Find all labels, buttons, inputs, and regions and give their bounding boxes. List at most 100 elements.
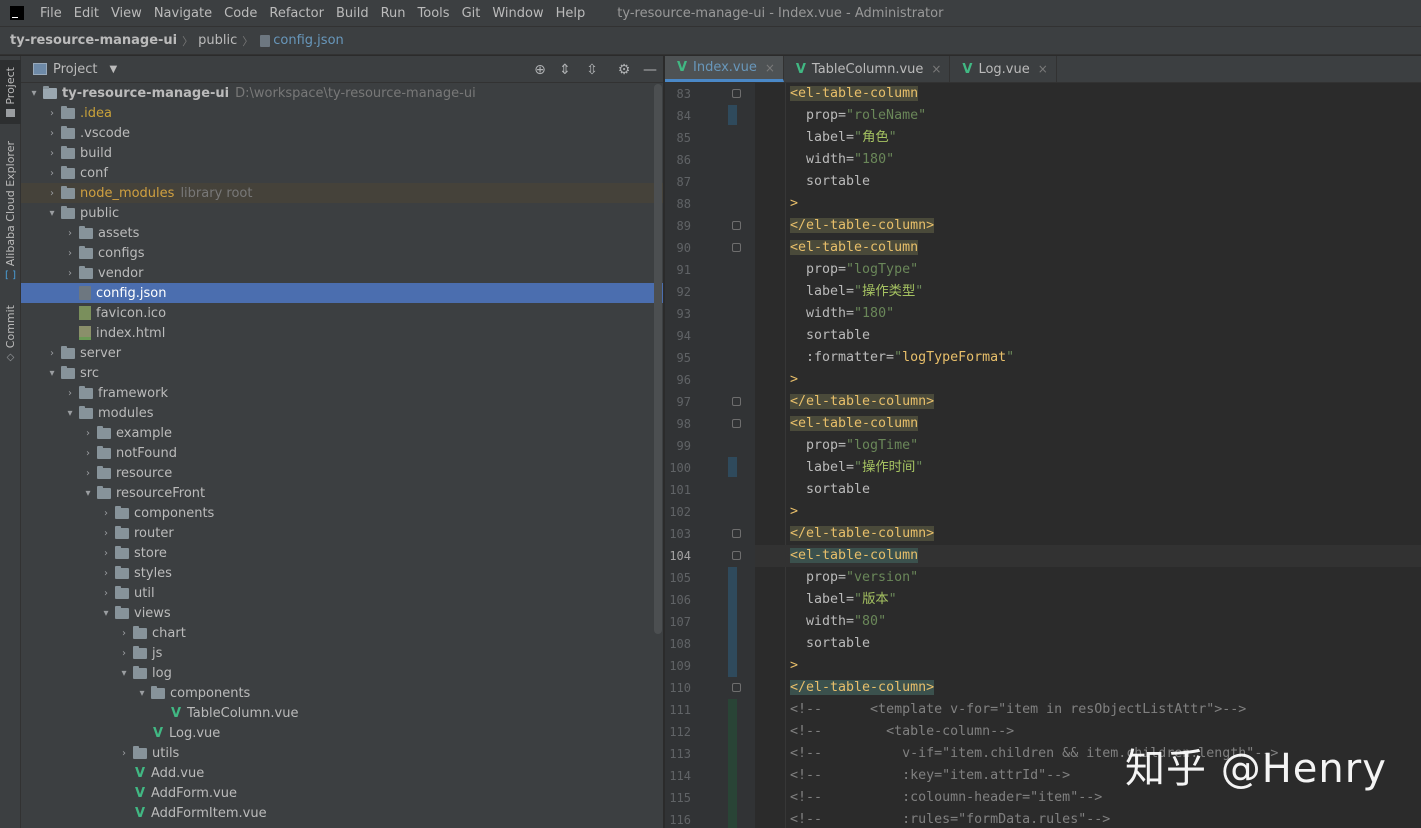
- fold-marker-icon[interactable]: [732, 683, 741, 692]
- menu-help[interactable]: Help: [554, 6, 588, 21]
- tree-item-chart[interactable]: › chart: [21, 623, 663, 643]
- code-line[interactable]: </el-table-column>: [755, 391, 1421, 413]
- tree-item-server[interactable]: › server: [21, 343, 663, 363]
- menu-tools[interactable]: Tools: [416, 6, 452, 21]
- chevron-right-icon[interactable]: ›: [63, 268, 77, 279]
- editor-tab-index[interactable]: V Index.vue ×: [665, 56, 784, 82]
- tree-item-addformitem-vue[interactable]: V AddFormItem.vue: [21, 803, 663, 823]
- chevron-right-icon[interactable]: ›: [63, 228, 77, 239]
- tree-item-src[interactable]: ▾ src: [21, 363, 663, 383]
- tree-item-vscode[interactable]: › .vscode: [21, 123, 663, 143]
- tree-item-components[interactable]: › components: [21, 503, 663, 523]
- fold-marker-icon[interactable]: [732, 551, 741, 560]
- tree-item-log-vue[interactable]: V Log.vue: [21, 723, 663, 743]
- tree-item-index-html[interactable]: index.html: [21, 323, 663, 343]
- tree-item-add-vue[interactable]: V Add.vue: [21, 763, 663, 783]
- chevron-right-icon[interactable]: ›: [45, 348, 59, 359]
- tree-item-styles[interactable]: › styles: [21, 563, 663, 583]
- tree-item-js[interactable]: › js: [21, 643, 663, 663]
- code-line[interactable]: sortable: [755, 325, 1421, 347]
- tree-item-conf[interactable]: › conf: [21, 163, 663, 183]
- tree-item-log[interactable]: ▾ log: [21, 663, 663, 683]
- chevron-down-icon[interactable]: ▾: [63, 408, 77, 419]
- code-line[interactable]: <el-table-column: [755, 237, 1421, 259]
- fold-marker-icon[interactable]: [732, 221, 741, 230]
- menu-file[interactable]: File: [38, 6, 64, 21]
- code-line[interactable]: <el-table-column: [755, 413, 1421, 435]
- chevron-right-icon[interactable]: ›: [117, 648, 131, 659]
- code-line[interactable]: prop="logTime": [755, 435, 1421, 457]
- menu-git[interactable]: Git: [460, 6, 483, 21]
- menu-edit[interactable]: Edit: [72, 6, 101, 21]
- project-tool-tab[interactable]: Project: [0, 60, 21, 124]
- tree-item-resource[interactable]: › resource: [21, 463, 663, 483]
- code-line[interactable]: prop="version": [755, 567, 1421, 589]
- tree-item-modules[interactable]: ▾ modules: [21, 403, 663, 423]
- code-line[interactable]: >: [755, 501, 1421, 523]
- chevron-right-icon[interactable]: ›: [45, 128, 59, 139]
- code-line[interactable]: label="版本": [755, 589, 1421, 611]
- tree-item-resourcefront[interactable]: ▾ resourceFront: [21, 483, 663, 503]
- tree-item-addform-vue[interactable]: V AddForm.vue: [21, 783, 663, 803]
- code-line[interactable]: </el-table-column>: [755, 523, 1421, 545]
- code-line[interactable]: </el-table-column>: [755, 215, 1421, 237]
- menu-navigate[interactable]: Navigate: [152, 6, 214, 21]
- tree-item-node-modules[interactable]: › node_modules library root: [21, 183, 663, 203]
- fold-marker-icon[interactable]: [732, 397, 741, 406]
- chevron-right-icon[interactable]: ›: [81, 448, 95, 459]
- chevron-right-icon[interactable]: ›: [81, 468, 95, 479]
- fold-marker-icon[interactable]: [732, 243, 741, 252]
- code-line[interactable]: sortable: [755, 171, 1421, 193]
- locate-file-icon[interactable]: ⊕: [531, 61, 549, 79]
- chevron-right-icon[interactable]: ›: [99, 588, 113, 599]
- code-line[interactable]: prop="logType": [755, 259, 1421, 281]
- tree-item-store[interactable]: › store: [21, 543, 663, 563]
- tree-item-vendor[interactable]: › vendor: [21, 263, 663, 283]
- settings-gear-icon[interactable]: ⚙: [615, 61, 633, 79]
- tree-item-ty-resource-manage-ui[interactable]: ▾ ty-resource-manage-ui D:\workspace\ty-re…: [21, 83, 663, 103]
- tree-item-build[interactable]: › build: [21, 143, 663, 163]
- code-line[interactable]: <el-table-column: [755, 545, 1421, 567]
- chevron-right-icon[interactable]: ›: [99, 568, 113, 579]
- collapse-all-icon[interactable]: ⇳: [583, 61, 601, 79]
- tree-item-components[interactable]: ▾ components: [21, 683, 663, 703]
- project-tree-scrollbar[interactable]: [654, 84, 662, 634]
- expand-all-icon[interactable]: ⇕: [556, 61, 574, 79]
- menu-window[interactable]: Window: [490, 6, 545, 21]
- chevron-down-icon[interactable]: ▾: [117, 668, 131, 679]
- chevron-right-icon[interactable]: ›: [63, 388, 77, 399]
- menu-view[interactable]: View: [109, 6, 144, 21]
- chevron-down-icon[interactable]: ▾: [135, 688, 149, 699]
- breadcrumb-project[interactable]: ty-resource-manage-ui: [10, 33, 177, 48]
- code-line[interactable]: >: [755, 369, 1421, 391]
- tree-item-tablecolumn-vue[interactable]: V TableColumn.vue: [21, 703, 663, 723]
- close-tab-icon[interactable]: ×: [1038, 62, 1048, 76]
- tree-item-public[interactable]: ▾ public: [21, 203, 663, 223]
- chevron-right-icon[interactable]: ›: [45, 168, 59, 179]
- tree-item-idea[interactable]: › .idea: [21, 103, 663, 123]
- menu-refactor[interactable]: Refactor: [267, 6, 326, 21]
- code-line[interactable]: width="180": [755, 303, 1421, 325]
- tree-item-framework[interactable]: › framework: [21, 383, 663, 403]
- code-line[interactable]: label="角色": [755, 127, 1421, 149]
- chevron-down-icon[interactable]: ▾: [45, 368, 59, 379]
- hide-panel-icon[interactable]: —: [641, 61, 659, 79]
- tree-item-favicon-ico[interactable]: favicon.ico: [21, 303, 663, 323]
- code-line[interactable]: <!-- :rules="formData.rules"-->: [755, 809, 1421, 828]
- chevron-right-icon[interactable]: ›: [99, 508, 113, 519]
- code-line[interactable]: label="操作时间": [755, 457, 1421, 479]
- code-line[interactable]: width="80": [755, 611, 1421, 633]
- code-line[interactable]: sortable: [755, 633, 1421, 655]
- chevron-right-icon[interactable]: ›: [45, 148, 59, 159]
- code-line[interactable]: prop="roleName": [755, 105, 1421, 127]
- chevron-down-icon[interactable]: ▾: [99, 608, 113, 619]
- chevron-right-icon[interactable]: ›: [99, 548, 113, 559]
- tree-item-example[interactable]: › example: [21, 423, 663, 443]
- chevron-down-icon[interactable]: ▾: [81, 488, 95, 499]
- breadcrumb-file[interactable]: config.json: [258, 33, 344, 48]
- tree-item-utils[interactable]: › utils: [21, 743, 663, 763]
- code-line[interactable]: </el-table-column>: [755, 677, 1421, 699]
- chevron-right-icon[interactable]: ›: [117, 628, 131, 639]
- alibaba-cloud-explorer-tab[interactable]: Alibaba Cloud Explorer [ ]: [0, 140, 21, 282]
- fold-marker-icon[interactable]: [732, 419, 741, 428]
